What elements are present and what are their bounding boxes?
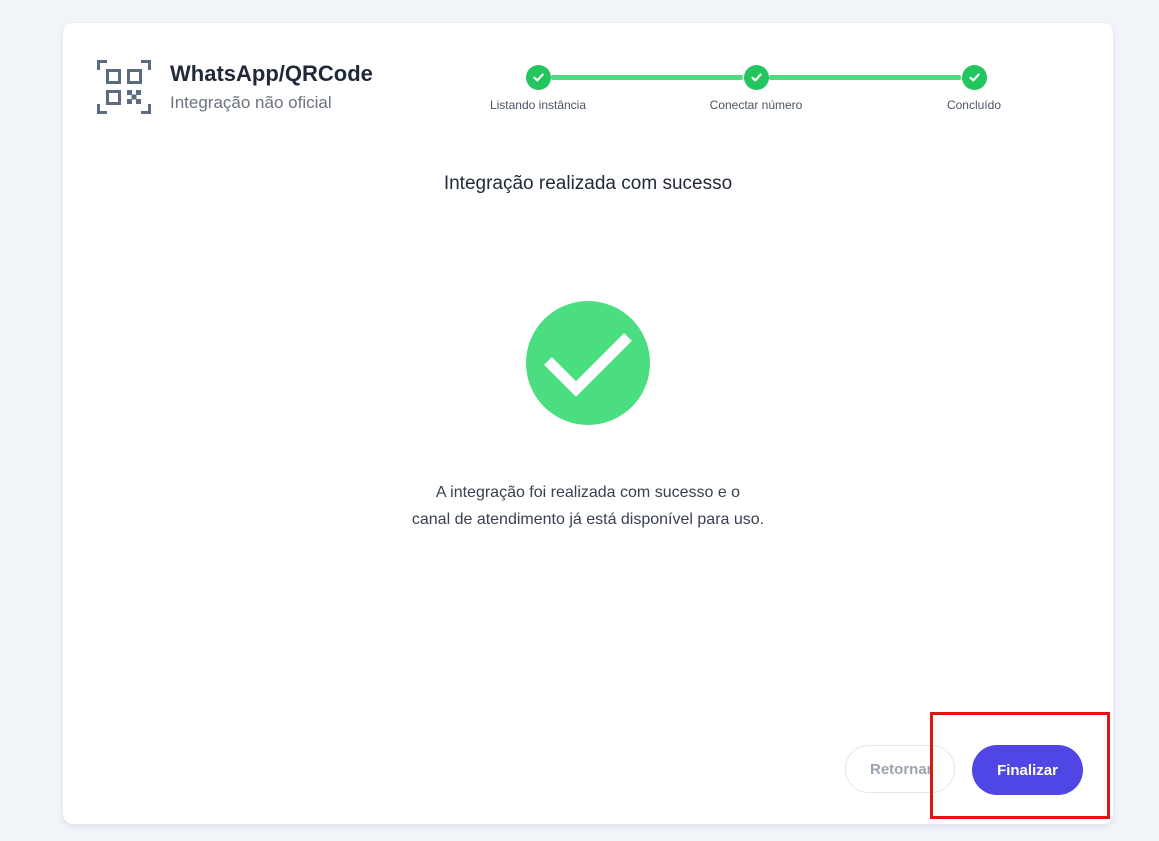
success-message-line: A integração foi realizada com sucesso e… [435,484,741,501]
integration-title: WhatsApp/QRCode [170,61,373,86]
finish-button[interactable]: Finalizar [972,745,1083,795]
step-label: Concluído [946,98,1002,112]
check-circle-icon [526,301,650,425]
success-message: A integração foi realizada com sucesso e… [288,479,888,533]
step-check-icon [743,65,769,90]
step-conectar-numero: Conectar número [686,65,826,112]
integration-subtitle: Integração não oficial [170,93,332,112]
step-concluido: Concluído [904,65,1044,112]
success-message-line: canal de atendimento já está disponível … [411,511,765,528]
step-check-icon [525,65,551,90]
step-label: Listando instância [489,98,587,112]
step-listando-instancia: Listando instância [468,65,608,112]
qr-code-icon [97,60,151,114]
return-button[interactable]: Retornar [845,745,955,793]
success-title: Integração realizada com sucesso [443,173,733,194]
integration-card: WhatsApp/QRCode Integração não oficial L… [63,23,1113,824]
step-check-icon [961,65,987,90]
step-label: Conectar número [709,98,803,112]
